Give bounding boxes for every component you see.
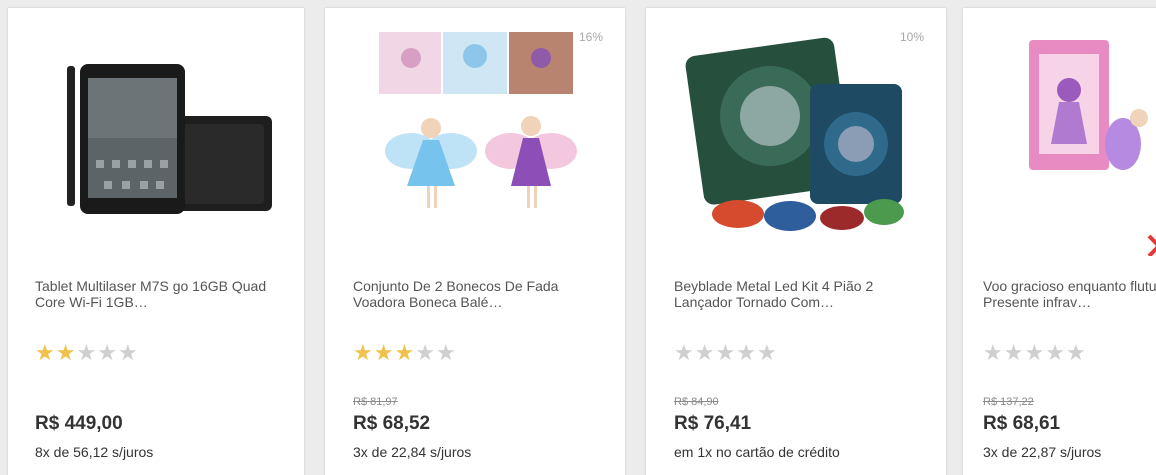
- fairy-dolls-image[interactable]: [339, 26, 609, 256]
- product-title[interactable]: Conjunto De 2 Bonecos De Fada Voadora Bo…: [353, 278, 603, 312]
- star-icon: ★: [674, 340, 695, 365]
- product-card[interactable]: 10% Beyblade Metal Led Kit 4 Pião 2 Lanç…: [646, 8, 946, 475]
- rating-stars: ★★★★★: [353, 342, 457, 364]
- fairy-doll-box-image[interactable]: [973, 26, 1156, 256]
- installment-info: 3x de 22,87 s/juros: [983, 444, 1102, 460]
- star-icon: ★: [1065, 340, 1087, 365]
- product-title[interactable]: Voo gracioso enquanto flutua Presente in…: [983, 278, 1156, 312]
- product-price: R$ 68,52: [353, 413, 431, 434]
- star-icon: ★: [1024, 340, 1046, 365]
- star-icon: ★: [415, 340, 436, 365]
- product-price: R$ 449,00: [35, 413, 123, 434]
- star-icon: ★: [76, 340, 98, 365]
- rating-stars: ★★★★★: [983, 342, 1087, 364]
- product-card[interactable]: Voo gracioso enquanto flutua Presente in…: [963, 8, 1156, 475]
- star-icon: ★: [715, 340, 737, 365]
- installment-info: 8x de 56,12 s/juros: [35, 444, 154, 460]
- star-icon: ★: [55, 340, 77, 365]
- star-icon: ★: [394, 340, 416, 365]
- star-icon: ★: [435, 340, 457, 365]
- product-price: R$ 76,41: [674, 413, 752, 434]
- star-icon: ★: [756, 340, 778, 365]
- product-card[interactable]: 16% Conjunto De 2 Bonecos De Fada Voador…: [325, 8, 625, 475]
- star-icon: ★: [694, 340, 716, 365]
- star-icon: ★: [97, 340, 118, 365]
- product-title[interactable]: Tablet Multilaser M7S go 16GB Quad Core …: [35, 278, 285, 312]
- product-carousel: Tablet Multilaser M7S go 16GB Quad Core …: [0, 0, 1156, 475]
- star-icon: ★: [117, 340, 139, 365]
- installment-info: 3x de 22,84 s/juros: [353, 444, 472, 460]
- tablet-image[interactable]: [22, 26, 292, 256]
- star-icon: ★: [353, 340, 374, 365]
- rating-stars: ★★★★★: [674, 342, 778, 364]
- product-price: R$ 68,61: [983, 413, 1061, 434]
- beyblade-kit-image[interactable]: [660, 26, 930, 256]
- rating-stars: ★★★★★: [35, 342, 139, 364]
- star-icon: ★: [1045, 340, 1066, 365]
- star-icon: ★: [736, 340, 757, 365]
- old-price: R$ 84,90: [674, 396, 719, 408]
- star-icon: ★: [373, 340, 395, 365]
- old-price: R$ 137,22: [983, 396, 1034, 408]
- installment-info: em 1x no cartão de crédito: [674, 444, 840, 460]
- old-price: R$ 81,97: [353, 396, 398, 408]
- star-icon: ★: [35, 340, 56, 365]
- star-icon: ★: [983, 340, 1004, 365]
- star-icon: ★: [1003, 340, 1025, 365]
- product-card[interactable]: Tablet Multilaser M7S go 16GB Quad Core …: [8, 8, 304, 475]
- product-title[interactable]: Beyblade Metal Led Kit 4 Pião 2 Lançador…: [674, 278, 924, 312]
